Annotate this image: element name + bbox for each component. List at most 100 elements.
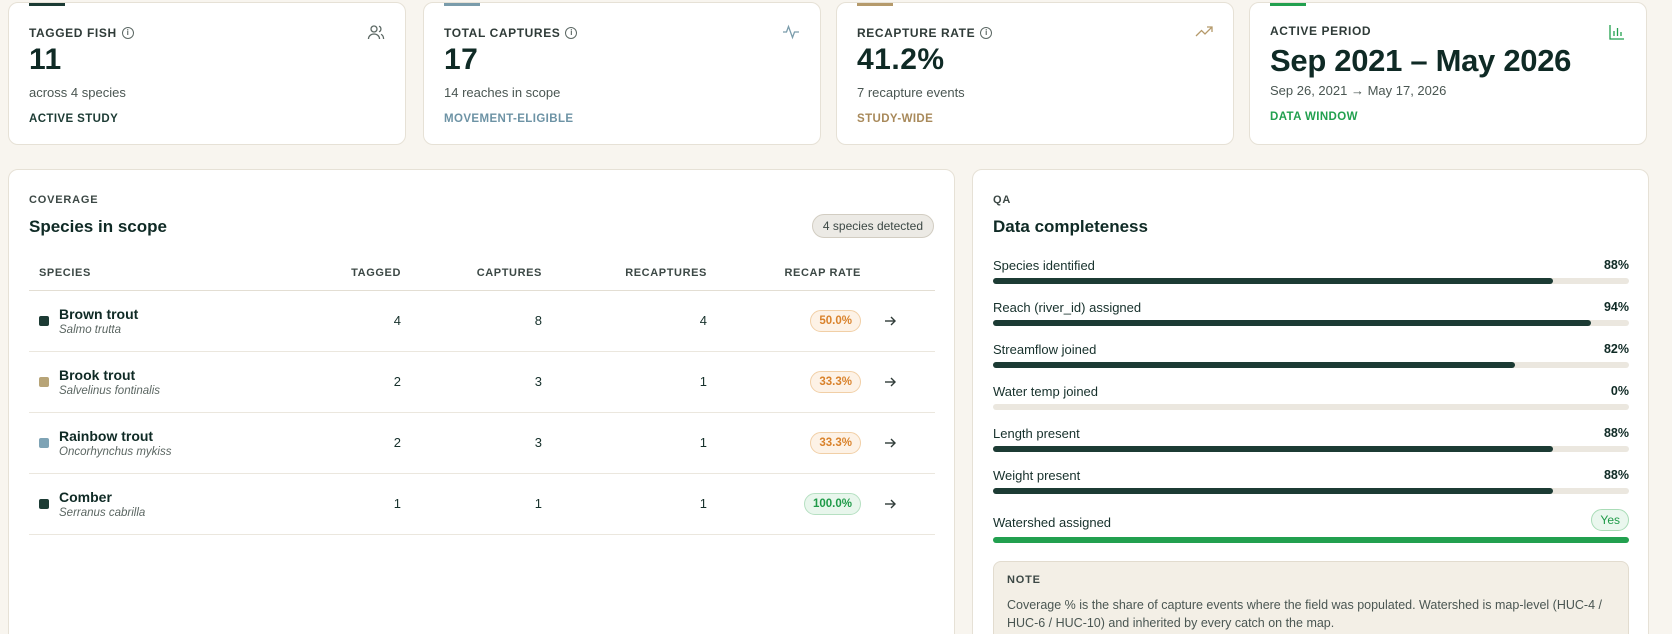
stat-label: TOTAL CAPTURES i <box>444 26 578 40</box>
qa-title: Data completeness <box>993 217 1148 236</box>
column-header-recap-rate[interactable]: RECAP RATE <box>707 256 861 291</box>
column-header-recaptures[interactable]: RECAPTURES <box>542 256 707 291</box>
stat-subtext: 7 recapture events <box>857 85 965 100</box>
stat-value: 11 <box>29 43 62 76</box>
qa-progress-track <box>993 537 1629 543</box>
qa-value: 82% <box>1603 342 1629 356</box>
tagged-count: 1 <box>259 473 401 535</box>
recap-rate-cell: 50.0% <box>707 290 861 352</box>
stat-label: TAGGED FISH i <box>29 26 134 40</box>
qa-progress-fill <box>993 362 1515 368</box>
stat-subtext: 14 reaches in scope <box>444 85 561 100</box>
species-table-header: SPECIES TAGGED CAPTURES RECAPTURES RECAP… <box>29 256 935 291</box>
recap-rate-badge: 100.0% <box>803 492 861 515</box>
stat-tag: MOVEMENT-ELIGIBLE <box>444 113 574 125</box>
stat-subtext: Sep 26, 2021 → May 17, 2026 <box>1270 83 1447 98</box>
qa-row-species-identified: Species identified 88% <box>993 258 1629 286</box>
recaptures-count: 1 <box>542 412 707 474</box>
qa-label: Weight present <box>993 468 1081 483</box>
qa-progress-track <box>993 320 1629 326</box>
qa-progress-fill <box>993 446 1553 452</box>
qa-progress-track <box>993 404 1629 410</box>
stat-card-tagged-fish: TAGGED FISH i 11 across 4 species ACTIVE STU… <box>8 2 406 145</box>
stat-tag: DATA WINDOW <box>1270 111 1358 123</box>
column-header-species[interactable]: SPECIES <box>29 256 259 291</box>
qa-value: 88% <box>1603 468 1629 482</box>
trending-up-icon <box>1195 23 1213 41</box>
activity-icon <box>782 23 800 41</box>
arrow-right-icon[interactable] <box>883 497 897 511</box>
stat-value: 17 <box>444 43 479 76</box>
qa-row-watershed: Watershed assigned Yes <box>993 509 1629 543</box>
qa-progress-fill <box>993 278 1553 284</box>
recaptures-count: 1 <box>542 473 707 535</box>
stat-accent-bar <box>29 3 65 6</box>
stat-tag: ACTIVE STUDY <box>29 113 119 125</box>
column-header-tagged[interactable]: TAGGED <box>259 256 401 291</box>
qa-value: 0% <box>1610 384 1629 398</box>
note-body: Coverage % is the share of capture event… <box>1007 598 1602 630</box>
stat-value: 41.2% <box>857 43 945 76</box>
stat-subtext: across 4 species <box>29 85 126 100</box>
recap-rate-badge: 33.3% <box>810 370 861 393</box>
bar-chart-icon <box>1608 23 1626 41</box>
table-row[interactable]: Brook trout Salvelinus fontinalis 2 3 1 33.3% <box>29 351 935 413</box>
arrow-right-icon[interactable] <box>883 314 897 328</box>
species-latin-name: Salvelinus fontinalis <box>59 384 161 397</box>
qa-value: 88% <box>1603 258 1629 272</box>
row-action-cell <box>861 473 935 535</box>
users-icon <box>367 23 385 41</box>
qa-value: 94% <box>1603 300 1629 314</box>
qa-progress-track <box>993 446 1629 452</box>
captures-count: 3 <box>401 412 542 474</box>
recaptures-count: 1 <box>542 351 707 413</box>
table-row[interactable]: Rainbow trout Oncorhynchus mykiss 2 3 1 33.3% <box>29 412 935 474</box>
recap-rate-cell: 100.0% <box>707 473 861 535</box>
tagged-count: 4 <box>259 290 401 352</box>
arrow-right-icon[interactable] <box>883 436 897 450</box>
species-cell: Brook trout Salvelinus fontinalis <box>29 351 259 413</box>
qa-label: Watershed assigned <box>993 515 1112 530</box>
qa-progress-fill <box>993 488 1553 494</box>
recap-rate-cell: 33.3% <box>707 351 861 413</box>
stat-label: RECAPTURE RATE i <box>857 26 993 40</box>
species-common-name: Rainbow trout <box>59 427 154 444</box>
table-row[interactable]: Brown trout Salmo trutta 4 8 4 50.0% <box>29 290 935 352</box>
qa-label: Water temp joined <box>993 384 1099 399</box>
info-icon[interactable]: i <box>565 27 578 39</box>
recap-rate-cell: 33.3% <box>707 412 861 474</box>
captures-count: 8 <box>401 290 542 352</box>
qa-label: Species identified <box>993 258 1095 273</box>
stat-value: Sep 2021 – May 2026 <box>1270 43 1572 78</box>
info-icon[interactable]: i <box>980 27 993 39</box>
species-common-name: Brown trout <box>59 305 139 322</box>
column-header-actions <box>861 256 935 291</box>
column-header-captures[interactable]: CAPTURES <box>401 256 542 291</box>
row-action-cell <box>861 290 935 352</box>
qa-eyebrow: QA <box>993 194 1012 206</box>
species-table: SPECIES TAGGED CAPTURES RECAPTURES RECAP… <box>29 256 935 535</box>
note-title: NOTE <box>1007 574 1041 586</box>
info-icon[interactable]: i <box>121 27 134 39</box>
captures-count: 3 <box>401 351 542 413</box>
qa-label: Length present <box>993 426 1080 441</box>
stat-accent-bar <box>857 3 893 6</box>
table-row[interactable]: Comber Serranus cabrilla 1 1 1 100.0% <box>29 473 935 535</box>
qa-progress-track <box>993 278 1629 284</box>
species-common-name: Comber <box>59 488 112 505</box>
recap-rate-badge: 50.0% <box>810 309 861 332</box>
species-cell: Comber Serranus cabrilla <box>29 473 259 535</box>
species-color-swatch <box>39 498 49 509</box>
species-latin-name: Oncorhynchus mykiss <box>59 445 172 458</box>
coverage-eyebrow: COVERAGE <box>29 194 99 206</box>
stat-accent-bar <box>1270 3 1306 6</box>
row-action-cell <box>861 412 935 474</box>
qa-panel: QA Data completeness Species identified 8… <box>972 169 1649 634</box>
note-box: NOTE Coverage % is the share of capture … <box>993 561 1629 634</box>
qa-value: 88% <box>1603 426 1629 440</box>
row-action-cell <box>861 351 935 413</box>
tagged-count: 2 <box>259 412 401 474</box>
species-latin-name: Salmo trutta <box>59 323 121 336</box>
arrow-right-icon[interactable] <box>883 375 897 389</box>
stat-card-recapture-rate: RECAPTURE RATE i 41.2% 7 recapture events ST… <box>836 2 1234 145</box>
